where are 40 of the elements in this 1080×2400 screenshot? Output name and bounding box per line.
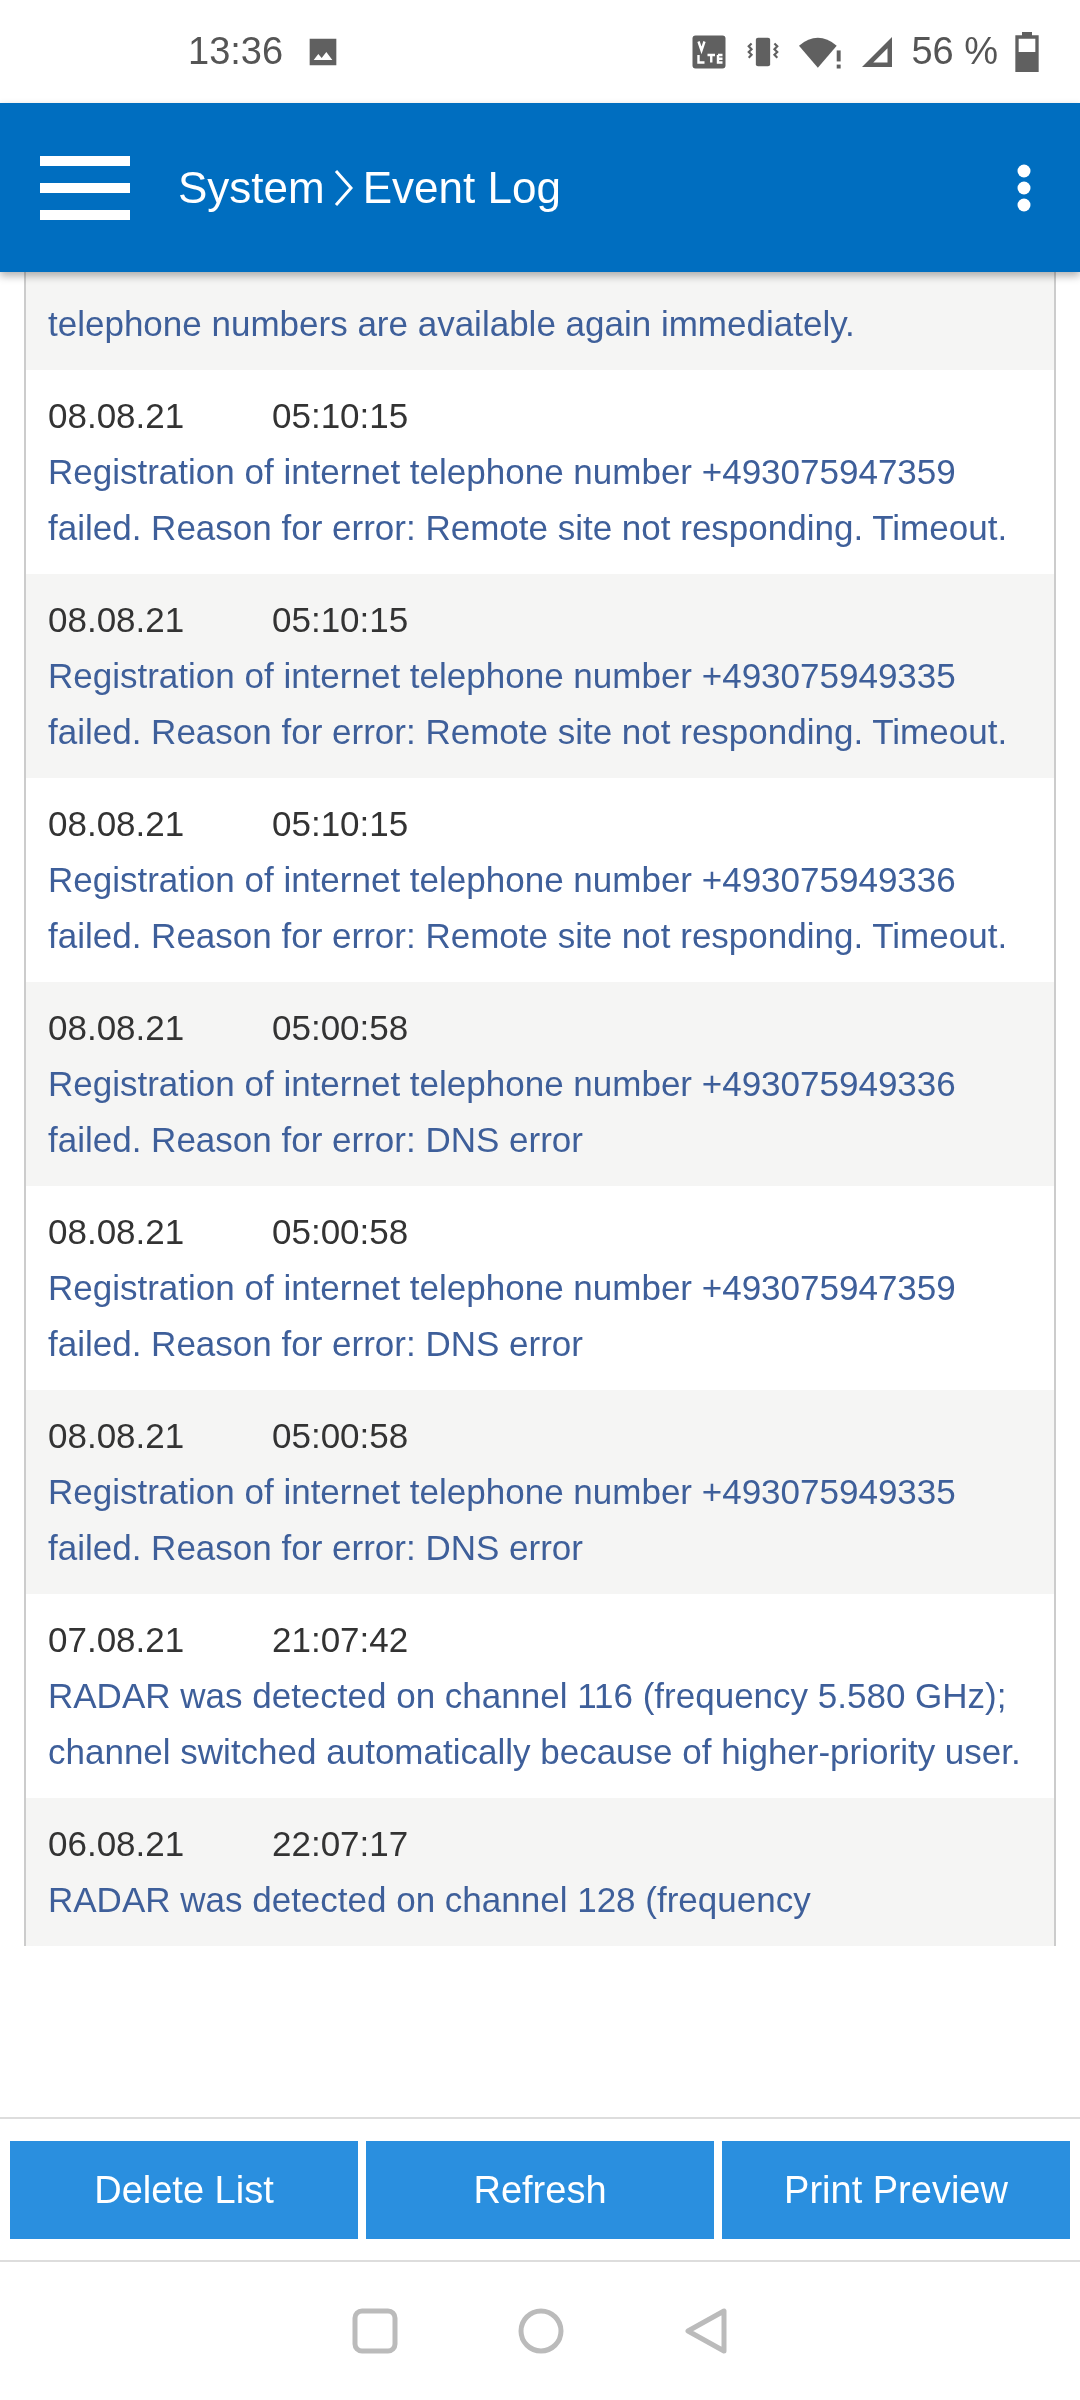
back-icon[interactable] — [684, 2308, 728, 2354]
event-message: Registration of internet telephone number +493075947359 failed. Reason for error: DNS error — [48, 1267, 957, 1365]
status-time: 13:36 — [188, 29, 284, 74]
battery-icon — [1014, 31, 1040, 72]
event-time: 21:07:42 — [272, 1620, 409, 1659]
page-title: Event Log — [362, 161, 561, 214]
event-date: 08.08.21 — [48, 1007, 186, 1049]
volte-icon — [691, 33, 728, 70]
event-time: 05:10:15 — [272, 804, 409, 843]
action-button[interactable]: Print Preview — [722, 2141, 1070, 2239]
breadcrumb-item[interactable]: System — [178, 154, 325, 221]
event-date: 08.08.21 — [48, 599, 186, 641]
more-options-icon[interactable] — [1016, 163, 1032, 212]
event-date: 08.08.21 — [48, 803, 186, 845]
battery-percent: 56 % — [911, 29, 998, 74]
event-date: 08.08.21 — [48, 1415, 186, 1457]
event-message: Registration of internet telephone number +493075947359 failed. Reason for error: Remote site not responding. Timeout. — [48, 451, 1009, 549]
event-date: 06.08.21 — [48, 1823, 186, 1865]
event-time: 05:00:58 — [272, 1212, 409, 1251]
event-date: 08.08.21 — [48, 395, 186, 437]
event-time: 05:10:15 — [272, 396, 409, 435]
event-message: Registration of internet telephone number +493075949335 failed. Reason for error: Remote site not responding. Timeout. — [48, 655, 1009, 753]
menu-icon[interactable] — [40, 155, 130, 220]
event-date: 08.08.21 — [48, 1211, 186, 1253]
event-message: RADAR was detected on channel 116 (frequency 5.580 GHz); channel switched automatically because of higher-priority user. — [48, 1675, 1022, 1773]
event-time: 05:10:15 — [272, 600, 409, 639]
action-button[interactable]: Refresh — [366, 2141, 714, 2239]
event-message: RADAR was detected on channel 128 (frequency — [48, 1879, 812, 1921]
event-message: Registration of internet telephone number +493075949336 failed. Reason for error: Remote site not responding. Timeout. — [48, 859, 1009, 957]
event-time: 05:00:58 — [272, 1416, 409, 1455]
event-message: telephone numbers are available again immediately. — [48, 303, 856, 345]
event-message: Registration of internet telephone number +493075949336 failed. Reason for error: DNS error — [48, 1063, 957, 1161]
recents-icon[interactable] — [352, 2308, 398, 2354]
event-time: 22:07:17 — [272, 1824, 409, 1863]
action-button[interactable]: Delete List — [10, 2141, 358, 2239]
event-time: 05:00:58 — [272, 1008, 409, 1047]
event-message: Registration of internet telephone number +493075949335 failed. Reason for error: DNS error — [48, 1471, 957, 1569]
home-icon[interactable] — [518, 2308, 564, 2354]
event-date: 07.08.21 — [48, 1619, 186, 1661]
chevron-icon — [332, 167, 355, 208]
